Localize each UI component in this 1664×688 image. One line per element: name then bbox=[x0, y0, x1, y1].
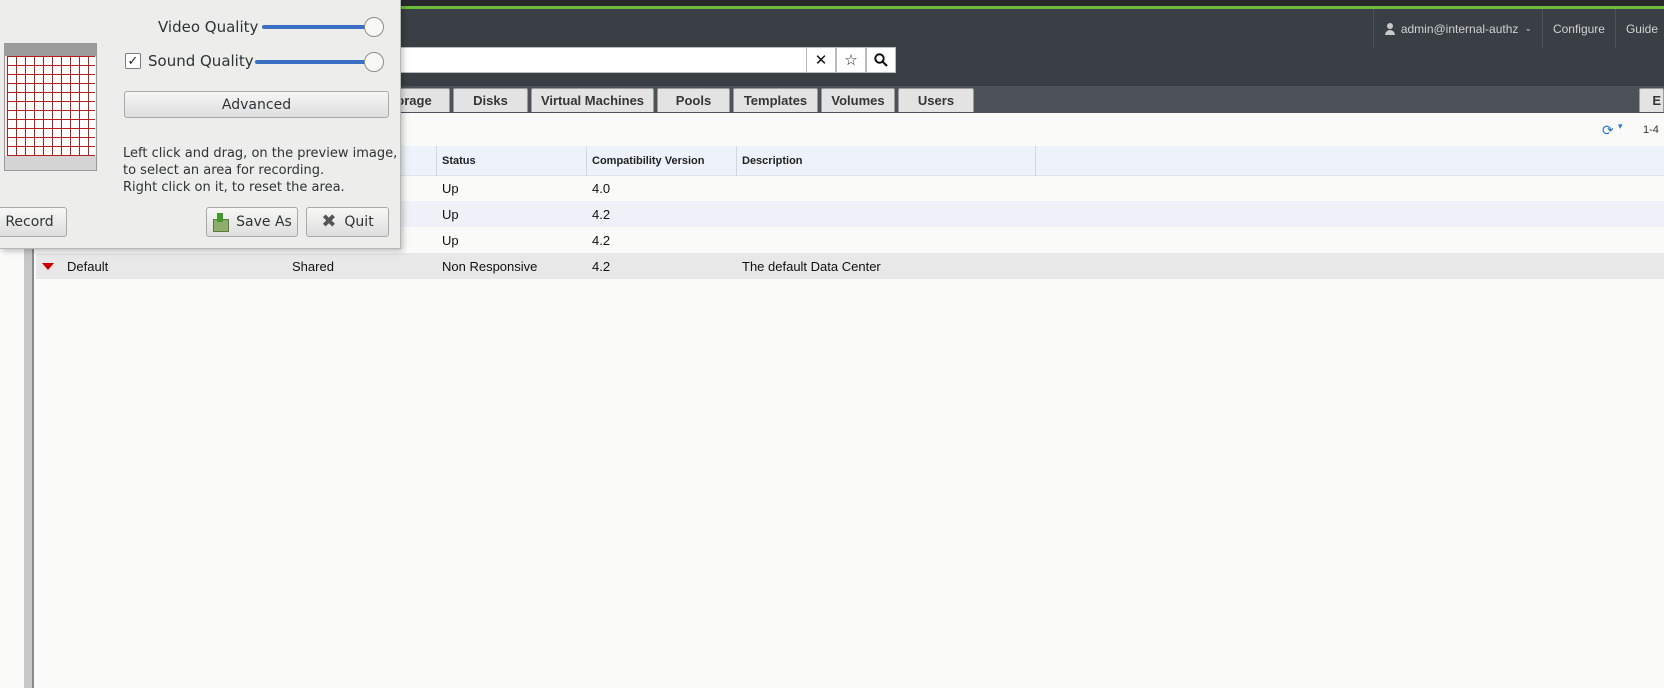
refresh-icon[interactable]: ⟳ bbox=[1602, 122, 1614, 139]
recording-area-preview[interactable] bbox=[4, 43, 97, 171]
storage-type-cell: Shared bbox=[292, 258, 334, 274]
status-cell: Up bbox=[442, 232, 459, 248]
configure-link[interactable]: Configure bbox=[1541, 9, 1615, 48]
status-cell: Up bbox=[442, 206, 459, 222]
version-cell: 4.2 bbox=[592, 206, 611, 222]
column-header-status[interactable]: Status bbox=[436, 146, 586, 176]
close-icon: ✕ bbox=[814, 52, 828, 69]
search-button[interactable] bbox=[866, 47, 896, 73]
tab-pools[interactable]: Pools bbox=[657, 88, 730, 112]
tab-templates[interactable]: Templates bbox=[733, 88, 818, 112]
guide-link[interactable]: Guide bbox=[1614, 9, 1664, 48]
preview-hint-text: Left click and drag, on the preview imag… bbox=[123, 146, 398, 195]
refresh-options-chevron-icon[interactable]: ▾ bbox=[1618, 121, 1623, 132]
close-icon: ✖ bbox=[321, 211, 337, 232]
column-header-description[interactable]: Description bbox=[736, 146, 1036, 176]
record-button-label: Record bbox=[5, 214, 54, 230]
advanced-button[interactable]: Advanced bbox=[124, 91, 389, 118]
description-cell: The default Data Center bbox=[742, 258, 881, 274]
save-as-label: Save As bbox=[236, 214, 292, 230]
star-icon: ☆ bbox=[844, 52, 858, 69]
sound-quality-checkbox[interactable]: ✓ bbox=[125, 53, 141, 69]
sound-quality-slider-handle[interactable] bbox=[364, 52, 384, 72]
quit-label: Quit bbox=[344, 214, 374, 230]
screen: admin@internal-authz ⌄ Configure Guide ✕… bbox=[0, 0, 1664, 688]
status-down-icon bbox=[42, 263, 54, 270]
pager-range: 1-4 bbox=[1643, 124, 1659, 136]
chevron-down-icon: ⌄ bbox=[1524, 23, 1532, 33]
status-cell: Non Responsive bbox=[442, 258, 538, 274]
user-icon bbox=[1384, 22, 1396, 35]
save-icon bbox=[212, 213, 230, 232]
tab-virtual-machines[interactable]: Virtual Machines bbox=[531, 88, 654, 112]
name-cell: Default bbox=[67, 258, 109, 274]
version-cell: 4.2 bbox=[592, 232, 611, 248]
version-cell: 4.2 bbox=[592, 258, 611, 274]
tab-volumes[interactable]: Volumes bbox=[821, 88, 895, 112]
column-header-compatibility-version[interactable]: Compatibility Version bbox=[586, 146, 736, 176]
recorder-dialog: Video Quality ✓ Sound Quality Advanced L… bbox=[0, 0, 401, 249]
clear-search-button[interactable]: ✕ bbox=[806, 47, 836, 73]
user-menu-label: admin@internal-authz bbox=[1400, 21, 1519, 36]
record-button[interactable]: Record bbox=[0, 207, 67, 237]
user-menu[interactable]: admin@internal-authz ⌄ bbox=[1372, 9, 1542, 48]
quit-button[interactable]: ✖ Quit bbox=[306, 207, 389, 237]
video-quality-label: Video Quality bbox=[158, 18, 259, 36]
sound-quality-label: Sound Quality bbox=[148, 52, 254, 70]
tab-more[interactable]: E bbox=[1639, 88, 1664, 112]
video-quality-slider[interactable] bbox=[262, 25, 373, 29]
search-input[interactable] bbox=[380, 47, 807, 73]
tab-disks[interactable]: Disks bbox=[453, 88, 528, 112]
status-cell: Up bbox=[442, 180, 459, 196]
masthead-menu: admin@internal-authz ⌄ Configure Guide bbox=[1372, 9, 1664, 48]
search-icon bbox=[874, 53, 888, 67]
video-quality-slider-handle[interactable] bbox=[364, 17, 384, 37]
sound-quality-slider[interactable] bbox=[255, 60, 373, 64]
save-as-button[interactable]: Save As bbox=[206, 207, 298, 237]
tab-users[interactable]: Users bbox=[898, 88, 974, 112]
bookmark-button[interactable]: ☆ bbox=[836, 47, 866, 73]
table-row[interactable]: Default Shared Non Responsive 4.2 The de… bbox=[36, 253, 1664, 279]
version-cell: 4.0 bbox=[592, 180, 611, 196]
